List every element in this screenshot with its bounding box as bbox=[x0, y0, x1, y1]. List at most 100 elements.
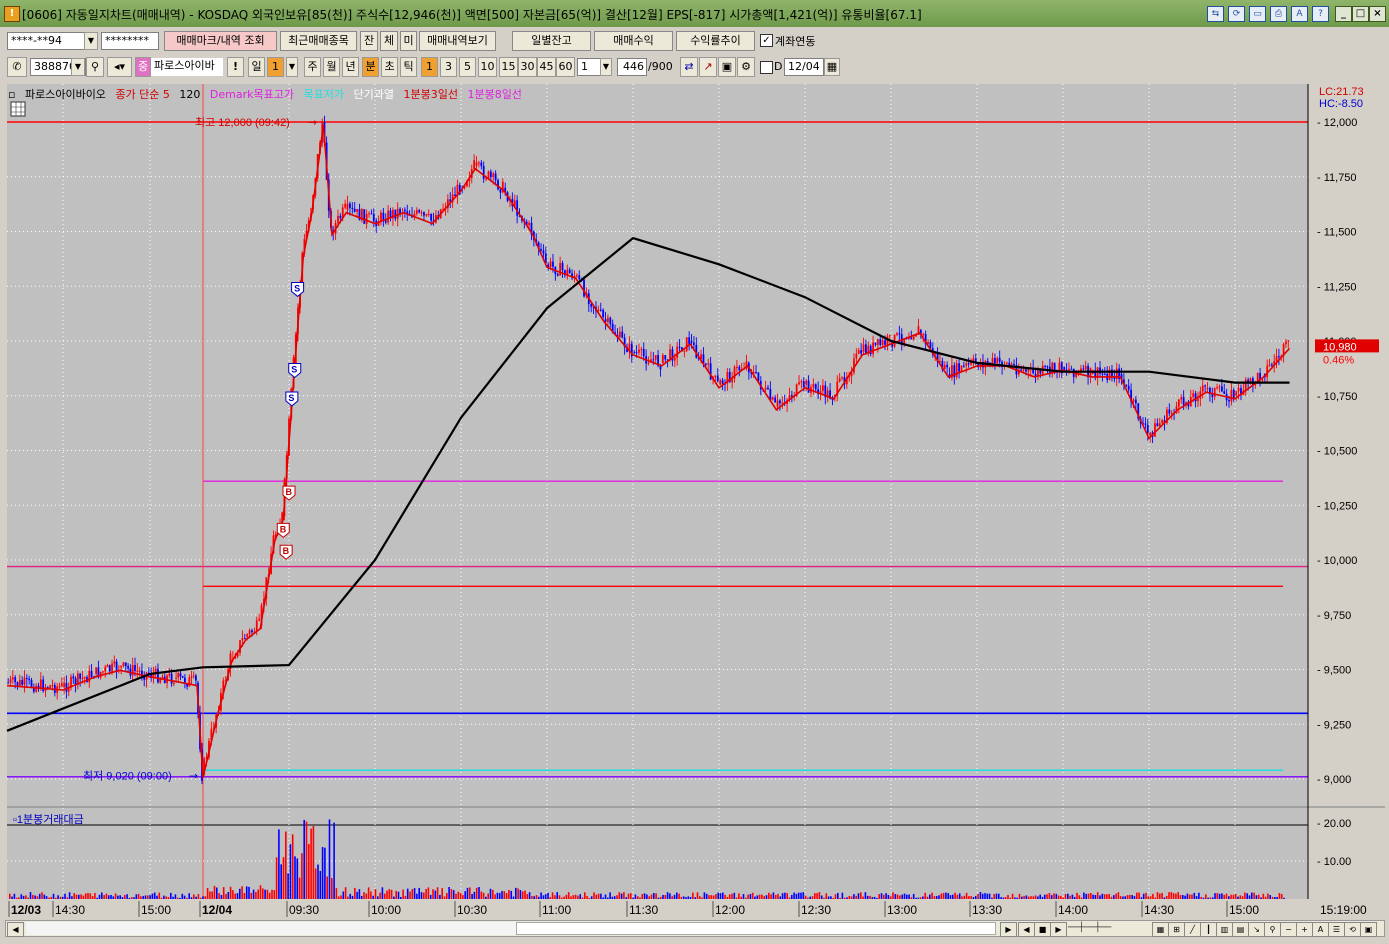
calendar-icon[interactable]: ▦ bbox=[824, 58, 840, 76]
period-tick[interactable]: 틱 bbox=[400, 57, 417, 77]
volume-bar bbox=[588, 897, 591, 899]
save-chart-icon[interactable]: ▣ bbox=[1360, 922, 1377, 937]
scroll-track[interactable] bbox=[26, 922, 516, 935]
period-month[interactable]: 월 bbox=[323, 57, 340, 77]
zoom-icon[interactable]: ⚲ bbox=[1264, 922, 1281, 937]
volume-bar bbox=[337, 896, 340, 899]
interval-3[interactable]: 3 bbox=[440, 57, 457, 77]
transfer-icon[interactable]: ⇄ bbox=[680, 57, 698, 77]
interval-dropdown-icon[interactable]: ▼ bbox=[600, 58, 612, 76]
date-checkbox[interactable] bbox=[760, 61, 773, 74]
trade-history-button[interactable]: 매매내역보기 bbox=[419, 31, 496, 51]
stop-icon[interactable]: ■ bbox=[1034, 922, 1051, 937]
volume-bar bbox=[1283, 897, 1285, 899]
candle-body bbox=[25, 677, 28, 679]
alert-icon[interactable]: ! bbox=[227, 57, 244, 77]
speaker-icon[interactable]: ◂▾ bbox=[107, 57, 132, 77]
scroll-left-icon[interactable]: ◀ bbox=[7, 922, 24, 937]
interval-5[interactable]: 5 bbox=[459, 57, 476, 77]
candle-body bbox=[1223, 391, 1226, 394]
date-input[interactable]: 12/04 bbox=[784, 58, 824, 76]
interval-input[interactable]: 1 bbox=[577, 58, 601, 76]
interval-15[interactable]: 15 bbox=[499, 57, 518, 77]
bar-icon[interactable]: ▥ bbox=[1216, 922, 1233, 937]
volume-bar bbox=[646, 894, 648, 899]
maximize-button[interactable]: □ bbox=[1352, 6, 1369, 22]
code-dropdown-icon[interactable]: ▼ bbox=[71, 58, 85, 76]
volume-bar bbox=[1050, 895, 1053, 899]
interval-30[interactable]: 30 bbox=[518, 57, 537, 77]
period-dropdown-icon[interactable]: ▼ bbox=[286, 57, 298, 77]
trade-profit-button[interactable]: 매매수익 bbox=[594, 31, 673, 51]
daily-balance-button[interactable]: 일별잔고 bbox=[512, 31, 591, 51]
account-link-checkbox[interactable]: ✓ bbox=[760, 34, 773, 47]
list-icon[interactable]: ☰ bbox=[1328, 922, 1345, 937]
volume-bar bbox=[747, 894, 749, 899]
period-day[interactable]: 일 bbox=[248, 57, 265, 77]
reset-icon[interactable]: ⟲ bbox=[1344, 922, 1361, 937]
volume-bar bbox=[1225, 893, 1228, 899]
volume-bar bbox=[726, 896, 729, 899]
grid-icon[interactable]: ▦ bbox=[1152, 922, 1169, 937]
plus-icon[interactable]: + bbox=[1296, 922, 1313, 937]
trade-mark-button[interactable]: 매매마크/내역 조회 bbox=[164, 31, 277, 51]
executed-button[interactable]: 체 bbox=[380, 31, 398, 51]
return-trend-button[interactable]: 수익률추이 bbox=[676, 31, 755, 51]
settings-icon[interactable]: ⚙ bbox=[737, 57, 755, 77]
scroll-right-icon[interactable]: ▶ bbox=[1000, 922, 1017, 937]
arrow-icon[interactable]: ↘ bbox=[1248, 922, 1265, 937]
period-minute[interactable]: 분 bbox=[362, 57, 379, 77]
password-input[interactable]: ******** bbox=[101, 32, 159, 50]
interval-45[interactable]: 45 bbox=[537, 57, 556, 77]
volume-bar bbox=[1069, 895, 1071, 899]
play-back-icon[interactable]: ◀ bbox=[1018, 922, 1035, 937]
chart-tool-icon[interactable]: ↗ bbox=[699, 57, 717, 77]
trade-marker-label: B bbox=[283, 546, 290, 556]
chart-panel[interactable]: - 12,000- 11,750- 11,500- 11,250- 11,000… bbox=[5, 82, 1385, 919]
period-day-count[interactable]: 1 bbox=[267, 57, 284, 77]
minus-icon[interactable]: − bbox=[1280, 922, 1297, 937]
volume-bar bbox=[356, 891, 358, 899]
speed-slider[interactable]: ──┼──┼── bbox=[1068, 921, 1148, 936]
line-icon[interactable]: ╱ bbox=[1184, 922, 1201, 937]
time-tick-label: 12/04 bbox=[202, 903, 232, 917]
font-icon[interactable]: A bbox=[1291, 6, 1308, 22]
chart-scrollbar[interactable]: ◀ ▶ ◀ ■ ▶ ──┼──┼── ▦ ⊞ ╱ ┃ ▥ ▤ ↘ ⚲ − + A… bbox=[5, 920, 1385, 937]
price-chart[interactable]: - 12,000- 11,750- 11,500- 11,250- 11,000… bbox=[5, 82, 1385, 919]
interval-10[interactable]: 10 bbox=[478, 57, 497, 77]
help-icon[interactable]: ? bbox=[1312, 6, 1329, 22]
table-icon[interactable]: ▤ bbox=[1232, 922, 1249, 937]
play-icon[interactable]: ▶ bbox=[1050, 922, 1067, 937]
print-icon[interactable]: ⎙ bbox=[1270, 6, 1287, 22]
period-week[interactable]: 주 bbox=[304, 57, 321, 77]
volume-bar bbox=[724, 894, 726, 899]
interval-1[interactable]: 1 bbox=[421, 57, 438, 77]
candle-body bbox=[1206, 387, 1209, 390]
balance-button[interactable]: 잔 bbox=[360, 31, 378, 51]
volume-bar bbox=[676, 892, 678, 899]
interval-60[interactable]: 60 bbox=[556, 57, 575, 77]
save-icon[interactable]: ▣ bbox=[718, 57, 736, 77]
ruler-icon[interactable]: ⊞ bbox=[1168, 922, 1185, 937]
period-second[interactable]: 초 bbox=[381, 57, 398, 77]
account-dropdown-icon[interactable]: ▼ bbox=[84, 32, 98, 50]
unfilled-button[interactable]: 미 bbox=[400, 31, 417, 51]
text-icon[interactable]: A bbox=[1312, 922, 1329, 937]
screen-icon[interactable]: ▭ bbox=[1249, 6, 1266, 22]
period-year[interactable]: 년 bbox=[342, 57, 359, 77]
candle-body bbox=[559, 263, 562, 276]
refresh-icon[interactable]: ⟳ bbox=[1228, 6, 1245, 22]
candle-body bbox=[18, 680, 21, 686]
close-button[interactable]: × bbox=[1369, 6, 1386, 22]
minimize-button[interactable]: _ bbox=[1335, 6, 1352, 22]
volume-bar bbox=[1106, 894, 1108, 899]
candle-body bbox=[807, 380, 810, 393]
recent-trades-button[interactable]: 최근매매종목 bbox=[280, 31, 357, 51]
search-icon[interactable]: ⚲ bbox=[86, 57, 104, 77]
phone-icon[interactable]: ✆ bbox=[7, 57, 27, 77]
count-input[interactable]: 446 bbox=[617, 58, 647, 76]
scroll-thumb[interactable] bbox=[516, 922, 996, 935]
candle-body bbox=[690, 341, 693, 343]
link-icon[interactable]: ⇆ bbox=[1207, 6, 1224, 22]
candle-icon[interactable]: ┃ bbox=[1200, 922, 1217, 937]
